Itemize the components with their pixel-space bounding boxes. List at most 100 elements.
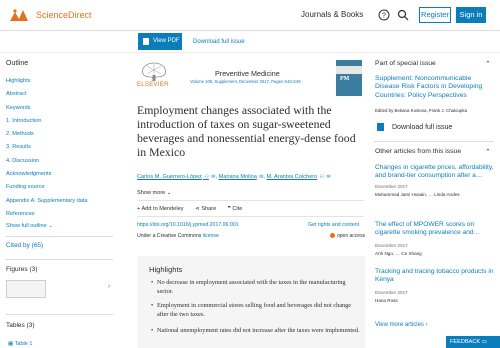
mail-icon: ✉ [257,174,264,180]
journal-volume-info[interactable]: Volume 105, Supplement, December 2017, P… [190,79,301,84]
chat-bubble-icon: ▭ [481,339,488,345]
chevron-down-icon: ⌄ [48,223,53,229]
svg-text:?: ? [382,12,386,19]
show-more-label: Show more [137,190,166,196]
article-title: Employment changes associated with the i… [137,103,356,159]
highlight-item: • Employment in commercial stores selling… [151,301,361,320]
feedback-button[interactable]: FEEDBACK ▭ [446,336,500,348]
related-article-date: December 2017 [375,243,408,248]
view-more-articles-link[interactable]: View more articles › [375,322,428,328]
other-articles-heading: Other articles from this issue [375,148,462,155]
search-icon[interactable] [397,9,409,21]
journals-books-link[interactable]: Journals & Books [301,10,363,19]
outline-item-methods[interactable]: 2. Methods [6,131,87,144]
add-to-mendeley-button[interactable]: + Add to Mendeley [137,206,184,212]
highlight-text: National unemployment rates did not incr… [157,327,360,334]
highlight-item: • No decrease in employment associated wi… [151,278,361,297]
download-issue-button[interactable]: Download full issue [377,123,452,131]
figure-thumbnail[interactable] [6,280,46,298]
license-text: Under a Creative Commons license [137,233,219,239]
chevron-down-icon: ⌄ [166,190,172,196]
share-label: Share [201,206,217,212]
highlight-text: No decrease in employment associated wit… [157,279,346,296]
table-1-label: Table 1 [14,341,33,347]
show-full-outline-link[interactable]: Show full outline ⌄ [6,223,53,229]
outline-heading: Outline [6,60,29,67]
top-bar: ScienceDirect Journals & Books ? Registe… [0,0,500,31]
related-article-link[interactable]: Tracking and tracing tobacco products in… [375,268,495,285]
person-icon: ⚇ [318,174,325,180]
show-full-outline-label: Show full outline [6,223,47,229]
divider [6,314,113,315]
mail-icon: ✉ [325,174,331,180]
outline-item-acknowledgments[interactable]: Acknowledgments [6,171,87,184]
edited-by-text: Edited by Bekana Kostova, Frank J. Chalo… [375,108,468,113]
related-article-authors: Muhammad Jami Husain, … Linda Andes [375,192,460,197]
article-toolbar [0,32,500,53]
related-article-authors: Hana Ross [375,298,398,303]
get-rights-link[interactable]: Get rights and content [308,222,359,228]
outline-item-introduction[interactable]: 1. Introduction [6,118,87,131]
related-article-date: December 2017 [375,290,408,295]
author-list: Carlos M. Guerrero-López ⚇ ✉, Mariana Mo… [137,174,331,180]
download-full-issue-link[interactable]: Download full issue [193,39,245,45]
sign-in-button[interactable]: Sign in [456,7,486,23]
highlights-heading: Highlights [149,265,183,274]
author-link[interactable]: Mariana Molina [219,174,257,180]
journal-name[interactable]: Preventive Medicine [215,69,280,78]
license-prefix: Under a Creative Commons [137,233,202,239]
sciencedirect-logo-icon[interactable] [7,7,31,24]
outline-item-results[interactable]: 3. Results [6,144,87,157]
open-access-icon [330,233,335,239]
person-icon: ⚇ [202,174,209,180]
doi-link[interactable]: https://doi.org/10.1016/j.ypmed.2017.06.… [137,222,239,228]
journal-cover-image[interactable]: PM [336,60,362,96]
highlight-text: Employment in commercial stores selling … [157,302,352,319]
brand-name[interactable]: ScienceDirect [36,10,92,20]
divider [137,216,364,217]
supplement-link[interactable]: Supplement: Noncommunicable Disease Risk… [375,75,493,100]
show-more-button[interactable]: Show more ⌄ [137,190,172,196]
open-access-badge: open access [330,233,365,239]
register-button[interactable]: Register [419,7,451,23]
mendeley-label: Add to Mendeley [141,206,184,212]
publisher-name: ELSEVIER [137,82,169,88]
view-pdf-label: View PDF [153,38,180,44]
view-pdf-button[interactable]: View PDF [138,33,182,50]
share-button[interactable]: ⋖ Share [195,206,216,212]
outline-item-abstract[interactable]: Abstract [6,91,87,104]
related-article-date: December 2017 [375,184,408,189]
figures-heading: Figures (3) [6,266,38,273]
outline-item-keywords[interactable]: Keywords [6,105,87,118]
outline-list: Highlights Abstract Keywords 1. Introduc… [6,78,87,224]
chevron-right-icon[interactable]: › [108,284,110,290]
open-access-label: open access [337,233,366,239]
outline-item-discussion[interactable]: 4. Discussion [6,158,87,171]
outline-item-funding[interactable]: Funding source [6,184,87,197]
feedback-label: FEEDBACK [450,339,481,345]
related-article-link[interactable]: The effect of MPOWER scores on cigarette… [375,221,495,238]
cite-button[interactable]: ❞ Cite [228,206,243,212]
divider [374,141,494,142]
mail-icon: ✉ [209,174,216,180]
divider [6,236,113,237]
special-issue-heading: Part of special issue [375,60,436,67]
cited-by-link[interactable]: Cited by (65) [6,242,43,249]
outline-item-highlights[interactable]: Highlights [6,78,87,91]
table-1-link[interactable]: ▦ Table 1 [8,341,32,347]
chevron-up-icon[interactable]: ⌃ [485,148,491,156]
help-icon[interactable]: ? [378,9,390,21]
author-link[interactable]: Carlos M. Guerrero-López [137,174,202,180]
elsevier-tree-logo [137,60,171,81]
author-link[interactable]: M. Arantxa Colchero [267,174,318,180]
table-icon: ▦ [8,341,15,347]
related-article-authors: Anh Ngo, … Ce Shang [375,251,422,256]
license-link[interactable]: license [203,233,219,239]
outline-item-appendix[interactable]: Appendix A. Supplementary data [6,198,87,211]
related-article-link[interactable]: Changes in cigarette prices, affordabili… [375,164,495,181]
article-actions: + Add to Mendeley ⋖ Share ❞ Cite [137,206,252,212]
chevron-up-icon[interactable]: ⌃ [485,60,491,68]
tables-heading: Tables (3) [6,322,35,329]
view-more-label: View more articles [375,322,424,328]
cite-label: Cite [232,206,243,212]
